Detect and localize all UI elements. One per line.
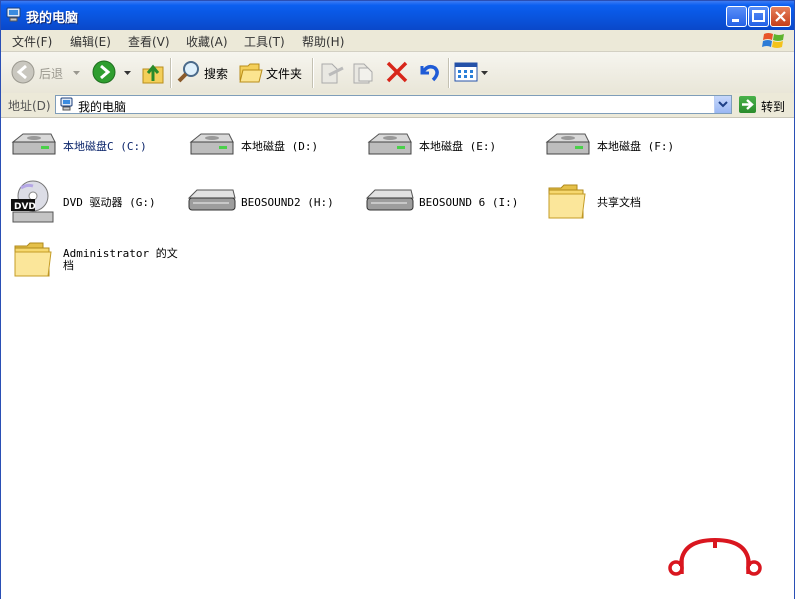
- go-button[interactable]: 转到: [737, 95, 793, 115]
- undo-button[interactable]: [416, 59, 442, 86]
- svg-text:DVD: DVD: [14, 202, 36, 212]
- move-to-icon: [321, 63, 344, 84]
- forward-dropdown-icon: [124, 71, 131, 75]
- drive-item-i[interactable]: BEOSOUND 6 (I:): [365, 184, 525, 228]
- forward-arrow-icon: [92, 60, 116, 84]
- copy-to-button[interactable]: [351, 59, 377, 86]
- removable-drive-icon: [365, 189, 414, 211]
- item-label: 本地磁盘 (D:): [241, 140, 319, 153]
- item-label: 本地磁盘 (F:): [597, 140, 675, 153]
- toolbar-separator: [170, 58, 172, 88]
- item-label: Administrator 的文档: [63, 247, 178, 272]
- search-button[interactable]: 搜索: [177, 59, 232, 86]
- menu-file[interactable]: 文件(F): [12, 33, 52, 50]
- undo-icon: [420, 64, 439, 82]
- drive-item-c[interactable]: 本地磁盘C (C:): [9, 128, 169, 172]
- back-label: 后退: [39, 67, 64, 81]
- hard-drive-icon: [11, 133, 56, 155]
- back-arrow-icon: [11, 60, 35, 84]
- toolbar-separator: [312, 58, 314, 88]
- hard-drive-icon: [189, 133, 234, 155]
- minimize-button[interactable]: [726, 6, 747, 27]
- views-dropdown-icon: [481, 71, 488, 75]
- menu-bar: 文件(F) 编辑(E) 查看(V) 收藏(A) 工具(T) 帮助(H): [1, 30, 794, 52]
- close-button[interactable]: [770, 6, 791, 27]
- chevron-down-icon: [718, 101, 728, 108]
- drive-item-e[interactable]: 本地磁盘 (E:): [365, 128, 525, 172]
- address-bar: 地址(D) 我的电脑 转到: [1, 93, 794, 118]
- folders-label: 文件夹: [266, 67, 303, 81]
- up-folder-button[interactable]: [141, 59, 165, 86]
- drive-item-d[interactable]: 本地磁盘 (D:): [187, 128, 347, 172]
- removable-drive-icon: [187, 189, 236, 211]
- address-label: 地址(D): [8, 99, 51, 113]
- delete-icon: [386, 61, 408, 83]
- back-dropdown-icon: [73, 71, 80, 75]
- toolbar: 后退 搜索 文件夹: [1, 52, 794, 94]
- drive-item-f[interactable]: 本地磁盘 (F:): [543, 128, 703, 172]
- folder-icon: [14, 242, 52, 277]
- go-label: 转到: [761, 100, 786, 114]
- item-label: DVD 驱动器 (G:): [63, 196, 156, 209]
- file-view: 本地磁盘C (C:) 本地磁盘 (D:) 本地磁盘 (E:) 本地磁盘 (F:)…: [1, 118, 794, 599]
- folder-icon: [548, 184, 586, 219]
- go-arrow-icon: [739, 96, 756, 113]
- windows-logo-icon: [762, 33, 784, 48]
- up-folder-icon: [142, 64, 164, 84]
- explorer-window: 我的电脑 文件(F) 编辑(E) 查看(V) 收藏(A) 工具(T) 帮助(H): [0, 0, 795, 599]
- maximize-button[interactable]: [748, 6, 769, 27]
- item-label: 本地磁盘 (E:): [419, 140, 497, 153]
- drive-item-g[interactable]: DVD DVD 驱动器 (G:): [9, 178, 169, 223]
- close-icon: [775, 11, 786, 22]
- hard-drive-icon: [545, 133, 590, 155]
- admin-documents-folder[interactable]: Administrator 的文档: [13, 240, 188, 284]
- dvd-drive-icon: DVD: [11, 180, 54, 223]
- shared-documents-folder[interactable]: 共享文档: [547, 182, 707, 226]
- item-label: BEOSOUND2 (H:): [241, 196, 334, 209]
- menu-view[interactable]: 查看(V): [128, 33, 170, 50]
- move-to-button[interactable]: [319, 59, 345, 86]
- menu-tools[interactable]: 工具(T): [244, 33, 285, 50]
- forward-button[interactable]: [92, 59, 132, 86]
- menu-edit[interactable]: 编辑(E): [70, 33, 111, 50]
- menu-favorites[interactable]: 收藏(A): [186, 33, 228, 50]
- headphones-logo-icon: [668, 537, 762, 576]
- toolbar-separator: [448, 58, 450, 88]
- my-computer-icon: [60, 97, 73, 111]
- address-dropdown-button[interactable]: [714, 96, 731, 113]
- menu-help[interactable]: 帮助(H): [302, 33, 344, 50]
- address-value: 我的电脑: [78, 100, 127, 114]
- drive-item-h[interactable]: BEOSOUND2 (H:): [187, 184, 347, 228]
- item-label: 本地磁盘C (C:): [63, 140, 147, 153]
- views-button[interactable]: [454, 59, 490, 86]
- my-computer-icon: [6, 7, 21, 22]
- item-label: BEOSOUND 6 (I:): [419, 196, 519, 209]
- address-input[interactable]: 我的电脑: [55, 95, 732, 114]
- views-icon: [454, 62, 478, 82]
- window-title: 我的电脑: [26, 11, 79, 26]
- title-bar[interactable]: 我的电脑: [1, 1, 794, 30]
- folders-button[interactable]: 文件夹: [239, 59, 305, 86]
- search-label: 搜索: [204, 67, 229, 81]
- item-label: 共享文档: [597, 196, 641, 209]
- delete-button[interactable]: [385, 59, 409, 86]
- back-button[interactable]: 后退: [11, 59, 81, 86]
- minimize-icon: [732, 19, 739, 22]
- folders-icon: [239, 63, 263, 83]
- maximize-icon: [752, 10, 765, 22]
- search-icon: [177, 61, 199, 83]
- copy-to-icon: [353, 63, 373, 84]
- hard-drive-icon: [367, 133, 412, 155]
